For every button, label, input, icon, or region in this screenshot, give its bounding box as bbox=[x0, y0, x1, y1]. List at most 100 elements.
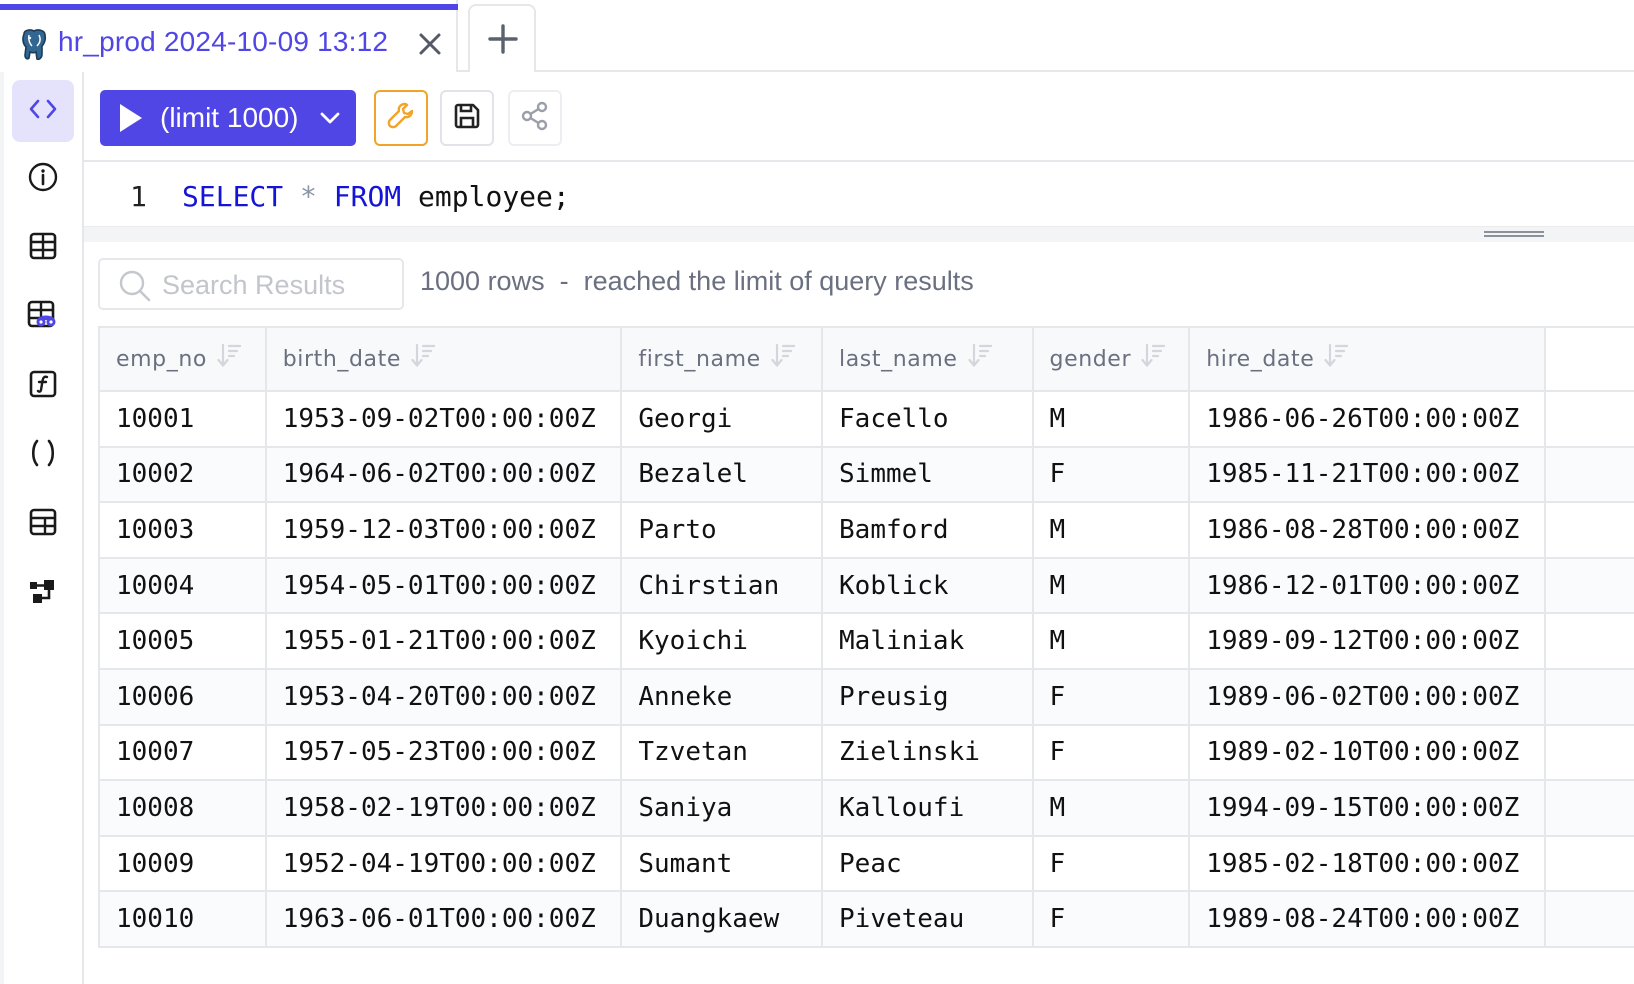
cell-first-name[interactable]: Sumant bbox=[620, 834, 824, 893]
cell-gender[interactable]: M bbox=[1031, 612, 1191, 670]
table-row[interactable]: 10002 1964-06-02T00:00:00Z Bezalel Simmel F 1… bbox=[98, 445, 1634, 504]
query-settings-button[interactable] bbox=[374, 90, 428, 146]
cell-last-name[interactable]: Simmel bbox=[821, 445, 1034, 504]
table-row[interactable]: 10003 1959-12-03T00:00:00Z Parto Bamford M 19… bbox=[98, 501, 1634, 559]
column-header-first-name[interactable]: first_name bbox=[620, 326, 824, 392]
sql-editor[interactable]: 1 SELECT * FROM employee; bbox=[84, 162, 1634, 226]
cell-last-name[interactable]: Preusig bbox=[821, 667, 1034, 726]
column-header-content[interactable]: hire_date bbox=[1206, 343, 1349, 375]
run-query-button[interactable]: (limit 1000) bbox=[100, 90, 356, 146]
cell-hire-date[interactable]: 1986-08-28T00:00:00Z bbox=[1188, 501, 1546, 559]
column-header-gender[interactable]: gender bbox=[1031, 326, 1191, 392]
cell-emp-no[interactable]: 10009 bbox=[98, 834, 267, 893]
cell-first-name[interactable]: Georgi bbox=[620, 390, 824, 448]
share-query-button[interactable] bbox=[508, 90, 562, 146]
cell-gender[interactable]: F bbox=[1031, 890, 1191, 948]
cell-emp-no[interactable]: 10006 bbox=[98, 667, 267, 726]
search-results-input[interactable] bbox=[162, 266, 398, 304]
cell-last-name[interactable]: Maliniak bbox=[821, 612, 1034, 670]
cell-emp-no[interactable]: 10007 bbox=[98, 723, 267, 782]
cell-emp-no[interactable]: 10005 bbox=[98, 612, 267, 670]
cell-birth-date[interactable]: 1958-02-19T00:00:00Z bbox=[264, 779, 623, 837]
cell-birth-date[interactable]: 1957-05-23T00:00:00Z bbox=[264, 723, 623, 782]
cell-emp-no[interactable]: 10001 bbox=[98, 390, 267, 448]
sidebar-item-schema-diagram[interactable] bbox=[12, 562, 74, 624]
cell-gender[interactable]: F bbox=[1031, 667, 1191, 726]
cell-last-name[interactable]: Kalloufi bbox=[821, 779, 1034, 837]
column-header-hire-date[interactable]: hire_date bbox=[1188, 326, 1546, 392]
sidebar-item-functions[interactable] bbox=[12, 355, 74, 417]
cell-last-name[interactable]: Zielinski bbox=[821, 723, 1034, 782]
column-header-content[interactable]: gender bbox=[1050, 343, 1166, 375]
cell-birth-date[interactable]: 1964-06-02T00:00:00Z bbox=[264, 445, 623, 504]
cell-gender[interactable]: M bbox=[1031, 390, 1191, 448]
table-row[interactable]: 10004 1954-05-01T00:00:00Z Chirstian Koblic… bbox=[98, 556, 1634, 615]
sidebar-item-table-grid[interactable] bbox=[12, 493, 74, 555]
chevron-down-icon[interactable] bbox=[318, 106, 342, 135]
sidebar-item-views[interactable] bbox=[12, 286, 74, 348]
cell-hire-date[interactable]: 1989-08-24T00:00:00Z bbox=[1188, 890, 1546, 948]
cell-hire-date[interactable]: 1989-02-10T00:00:00Z bbox=[1188, 723, 1546, 782]
table-row[interactable]: 10006 1953-04-20T00:00:00Z Anneke Preusig F 1… bbox=[98, 667, 1634, 726]
sort-icon[interactable] bbox=[217, 343, 242, 375]
sort-icon[interactable] bbox=[1141, 343, 1166, 375]
column-header-birth-date[interactable]: birth_date bbox=[264, 326, 623, 392]
cell-first-name[interactable]: Anneke bbox=[620, 667, 824, 726]
cell-hire-date[interactable]: 1986-12-01T00:00:00Z bbox=[1188, 556, 1546, 615]
cell-first-name[interactable]: Kyoichi bbox=[620, 612, 824, 670]
cell-hire-date[interactable]: 1994-09-15T00:00:00Z bbox=[1188, 779, 1546, 837]
cell-emp-no[interactable]: 10002 bbox=[98, 445, 267, 504]
sidebar-item-info[interactable] bbox=[12, 148, 74, 210]
cell-birth-date[interactable]: 1953-09-02T00:00:00Z bbox=[264, 390, 623, 448]
cell-gender[interactable]: F bbox=[1031, 445, 1191, 504]
cell-last-name[interactable]: Bamford bbox=[821, 501, 1034, 559]
cell-gender[interactable]: M bbox=[1031, 556, 1191, 615]
cell-hire-date[interactable]: 1986-06-26T00:00:00Z bbox=[1188, 390, 1546, 448]
cell-birth-date[interactable]: 1963-06-01T00:00:00Z bbox=[264, 890, 623, 948]
table-row[interactable]: 10005 1955-01-21T00:00:00Z Kyoichi Maliniak… bbox=[98, 612, 1634, 670]
column-header-last-name[interactable]: last_name bbox=[821, 326, 1034, 392]
table-row[interactable]: 10001 1953-09-02T00:00:00Z Georgi Facello M 1… bbox=[98, 390, 1634, 448]
table-row[interactable]: 10008 1958-02-19T00:00:00Z Saniya Kalloufi M… bbox=[98, 779, 1634, 837]
column-header-content[interactable]: first_name bbox=[638, 343, 795, 375]
table-row[interactable]: 10010 1963-06-01T00:00:00Z Duangkaew Pivete… bbox=[98, 890, 1634, 948]
cell-emp-no[interactable]: 10010 bbox=[98, 890, 267, 948]
cell-birth-date[interactable]: 1954-05-01T00:00:00Z bbox=[264, 556, 623, 615]
cell-first-name[interactable]: Tzvetan bbox=[620, 723, 824, 782]
sidebar-item-procedures[interactable] bbox=[12, 424, 74, 486]
table-row[interactable]: 10009 1952-04-19T00:00:00Z Sumant Peac F 1985… bbox=[98, 834, 1634, 893]
code-line[interactable]: SELECT * FROM employee; bbox=[182, 180, 570, 213]
column-header-emp-no[interactable]: emp_no bbox=[98, 326, 267, 392]
sort-icon[interactable] bbox=[1324, 343, 1349, 375]
cell-first-name[interactable]: Duangkaew bbox=[620, 890, 824, 948]
cell-birth-date[interactable]: 1955-01-21T00:00:00Z bbox=[264, 612, 623, 670]
cell-hire-date[interactable]: 1989-09-12T00:00:00Z bbox=[1188, 612, 1546, 670]
sort-icon[interactable] bbox=[771, 343, 795, 375]
cell-first-name[interactable]: Saniya bbox=[620, 779, 824, 837]
cell-emp-no[interactable]: 10008 bbox=[98, 779, 267, 837]
close-icon[interactable] bbox=[414, 28, 446, 60]
cell-birth-date[interactable]: 1952-04-19T00:00:00Z bbox=[264, 834, 623, 893]
table-row[interactable]: 10007 1957-05-23T00:00:00Z Tzvetan Zielinsk… bbox=[98, 723, 1634, 782]
cell-birth-date[interactable]: 1959-12-03T00:00:00Z bbox=[264, 501, 623, 559]
sidebar-item-editor[interactable] bbox=[12, 80, 74, 142]
tab-hr-prod[interactable]: hr_prod 2024-10-09 13:12 bbox=[0, 0, 458, 72]
cell-last-name[interactable]: Koblick bbox=[821, 556, 1034, 615]
save-query-button[interactable] bbox=[440, 90, 494, 146]
cell-hire-date[interactable]: 1985-02-18T00:00:00Z bbox=[1188, 834, 1546, 893]
sort-icon[interactable] bbox=[967, 343, 992, 375]
cell-hire-date[interactable]: 1989-06-02T00:00:00Z bbox=[1188, 667, 1546, 726]
cell-hire-date[interactable]: 1985-11-21T00:00:00Z bbox=[1188, 445, 1546, 504]
editor-results-splitter[interactable] bbox=[84, 226, 1634, 242]
new-tab-button[interactable] bbox=[468, 4, 536, 74]
sort-icon[interactable] bbox=[411, 343, 436, 375]
cell-birth-date[interactable]: 1953-04-20T00:00:00Z bbox=[264, 667, 623, 726]
column-header-content[interactable]: birth_date bbox=[283, 343, 436, 375]
cell-first-name[interactable]: Chirstian bbox=[620, 556, 824, 615]
cell-first-name[interactable]: Bezalel bbox=[620, 445, 824, 504]
cell-last-name[interactable]: Peac bbox=[821, 834, 1034, 893]
cell-emp-no[interactable]: 10003 bbox=[98, 501, 267, 559]
cell-last-name[interactable]: Piveteau bbox=[821, 890, 1034, 948]
sidebar-item-tables[interactable] bbox=[12, 217, 74, 279]
column-header-content[interactable]: last_name bbox=[839, 343, 992, 375]
